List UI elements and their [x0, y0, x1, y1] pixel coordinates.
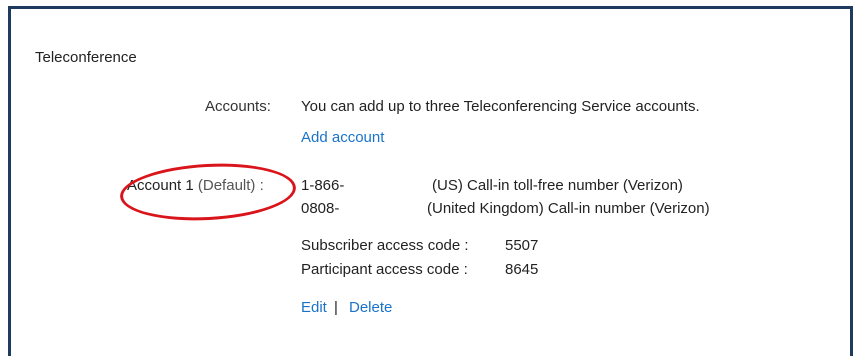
section-title: Teleconference — [35, 49, 137, 66]
accounts-label: Accounts: — [205, 98, 271, 115]
phone-desc-uk: (United Kingdom) Call-in number (Verizon… — [427, 200, 710, 217]
edit-link[interactable]: Edit — [301, 299, 327, 316]
subscriber-code-label: Subscriber access code : — [301, 237, 469, 254]
phone-desc-us: (US) Call-in toll-free number (Verizon) — [432, 177, 683, 194]
action-separator: | — [334, 299, 338, 316]
participant-code-label: Participant access code : — [301, 261, 468, 278]
subscriber-code-value: 5507 — [505, 237, 539, 254]
participant-code-value: 8645 — [505, 261, 539, 278]
phone-number-us: 1-866- — [301, 177, 345, 194]
delete-link[interactable]: Delete — [349, 299, 392, 316]
accounts-info: You can add up to three Teleconferencing… — [301, 98, 700, 115]
add-account-link[interactable]: Add account — [301, 129, 384, 146]
phone-number-uk: 0808- — [301, 200, 340, 217]
